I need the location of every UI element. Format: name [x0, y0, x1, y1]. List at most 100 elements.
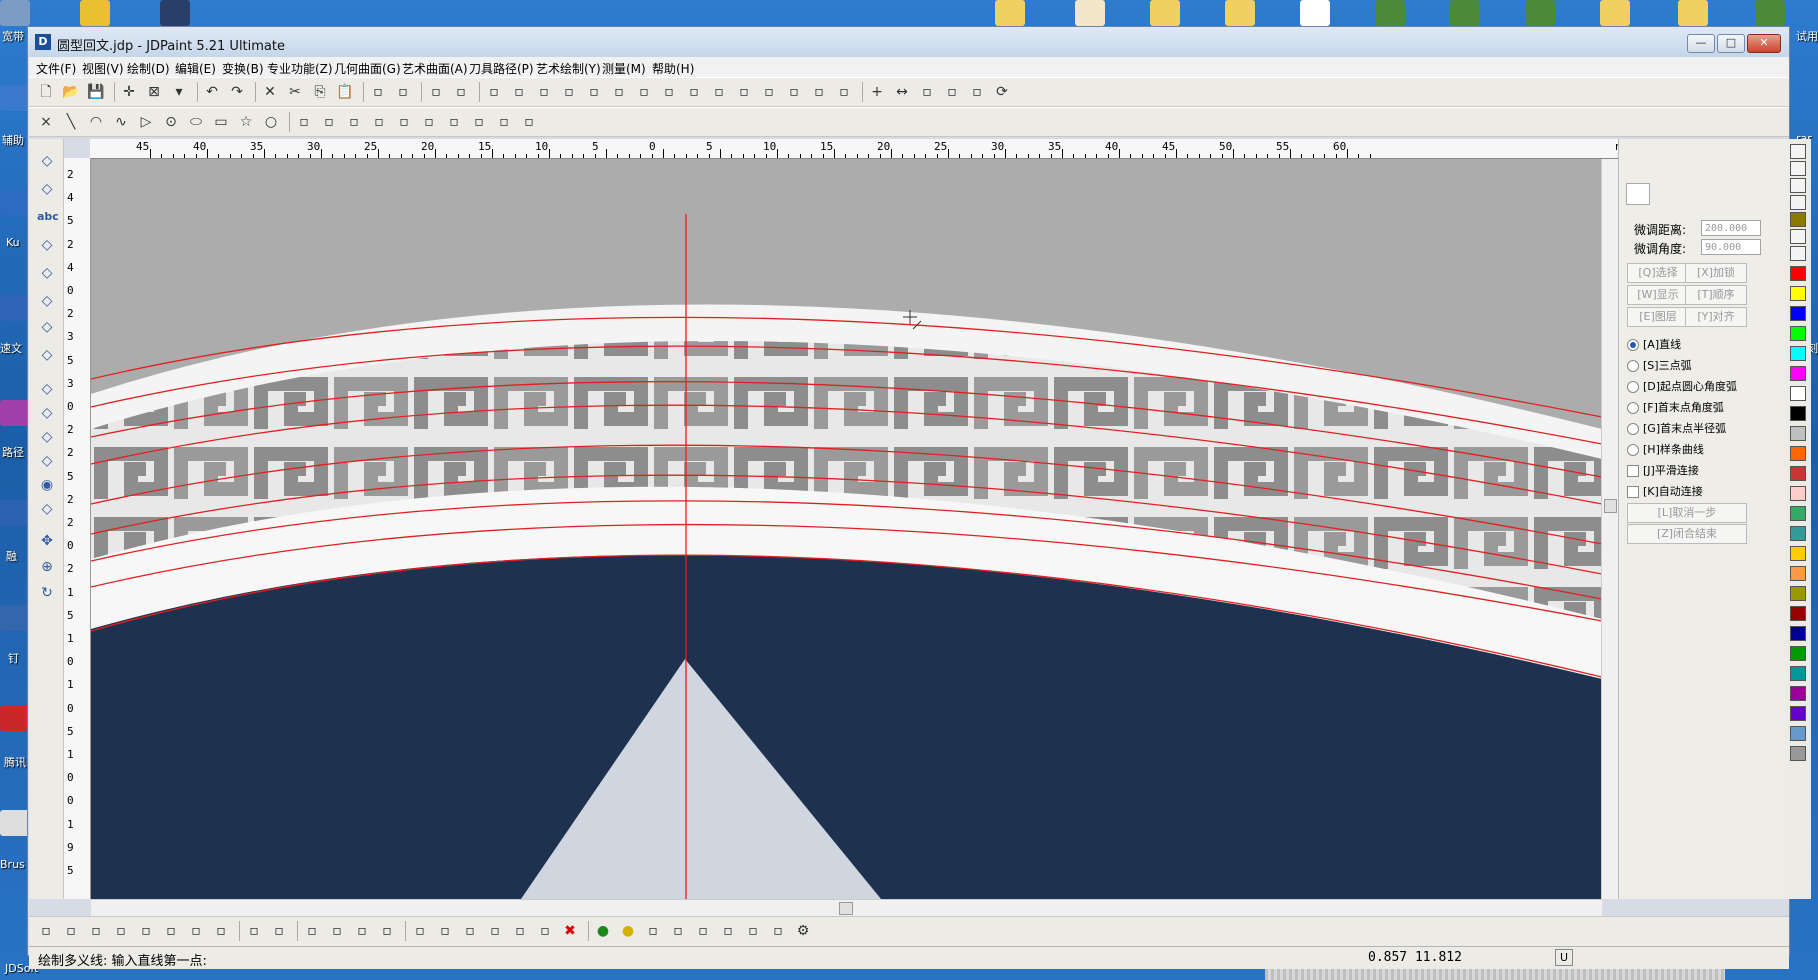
desktop-icon[interactable]: [0, 190, 30, 216]
corner-icon[interactable]: ▫: [345, 113, 363, 131]
checkbox-icon[interactable]: [1627, 486, 1639, 498]
checkbox-icon[interactable]: [1627, 465, 1639, 477]
desktop-icon[interactable]: [1525, 0, 1555, 26]
color-swatch[interactable]: [1790, 366, 1806, 381]
grid-icon[interactable]: ▫: [710, 83, 728, 101]
color-swatch[interactable]: [1790, 746, 1806, 761]
rectangle-icon[interactable]: ▭: [212, 113, 230, 131]
snap-line-icon[interactable]: ▫: [37, 922, 55, 940]
color-swatch[interactable]: [1790, 326, 1806, 341]
node-del-icon[interactable]: ▫: [536, 922, 554, 940]
color-swatch[interactable]: [1790, 526, 1806, 541]
panel-action-button[interactable]: [L]取消一步: [1627, 503, 1747, 523]
panel-button[interactable]: [T]顺序: [1685, 285, 1747, 305]
transform-icon[interactable]: ▫: [918, 83, 936, 101]
chamfer-icon[interactable]: ▫: [395, 113, 413, 131]
color-swatch[interactable]: [1790, 286, 1806, 301]
desktop-icon[interactable]: [0, 605, 30, 631]
align2-icon[interactable]: ▫: [510, 83, 528, 101]
color-swatch[interactable]: [1790, 446, 1806, 461]
color-swatch[interactable]: [1790, 626, 1806, 641]
eye-icon[interactable]: ◉: [37, 475, 57, 495]
grid4-icon[interactable]: ▫: [785, 83, 803, 101]
panel-button[interactable]: [X]加锁: [1685, 263, 1747, 283]
radio-icon[interactable]: [1627, 381, 1639, 393]
desktop-icon[interactable]: [0, 705, 30, 731]
line-icon[interactable]: ╲: [62, 113, 80, 131]
color-swatch[interactable]: [1790, 346, 1806, 361]
draw-mode-radio[interactable]: [D]起点圆心角度弧: [1627, 378, 1737, 394]
align4-icon[interactable]: ▫: [560, 83, 578, 101]
circle-icon[interactable]: ⊙: [162, 113, 180, 131]
crosshair-icon[interactable]: ✛: [120, 83, 138, 101]
extend-icon[interactable]: ▫: [320, 113, 338, 131]
ellipse-icon[interactable]: ⬭: [187, 113, 205, 131]
delete-red-icon[interactable]: ✖: [561, 922, 579, 940]
node2-icon[interactable]: ▫: [328, 922, 346, 940]
transform3-icon[interactable]: ▫: [520, 113, 538, 131]
color-swatch[interactable]: [1790, 666, 1806, 681]
list-icon[interactable]: ▫: [769, 922, 787, 940]
light-yellow-icon[interactable]: ●: [619, 922, 637, 940]
select-icon[interactable]: ⊠: [145, 83, 163, 101]
align5-icon[interactable]: ▫: [585, 83, 603, 101]
color-swatch[interactable]: [1790, 406, 1806, 421]
color-swatch[interactable]: [1790, 266, 1806, 281]
snap-perp-icon[interactable]: ▫: [187, 922, 205, 940]
menu-item[interactable]: 编辑(E): [175, 60, 216, 77]
delete-icon[interactable]: ✕: [261, 83, 279, 101]
menu-item[interactable]: 专业功能(Z): [267, 60, 333, 77]
color-swatch[interactable]: [1790, 386, 1806, 401]
color-swatch[interactable]: [1790, 546, 1806, 561]
array-icon[interactable]: ▫: [610, 83, 628, 101]
shield4-icon[interactable]: ▫: [835, 83, 853, 101]
paint-icon[interactable]: ◇: [37, 317, 57, 337]
menu-item[interactable]: 绘制(D): [127, 60, 170, 77]
desktop-icon[interactable]: [0, 500, 30, 526]
snap-auto-icon[interactable]: ▫: [270, 922, 288, 940]
transform2-icon[interactable]: ▫: [495, 113, 513, 131]
color-swatch[interactable]: [1790, 586, 1806, 601]
panel-button[interactable]: [W]显示: [1627, 285, 1689, 305]
up-icon[interactable]: [1790, 229, 1806, 244]
desktop-icon[interactable]: [1150, 0, 1180, 26]
node-add-icon[interactable]: ▫: [511, 922, 529, 940]
curve-icon[interactable]: ▫: [635, 83, 653, 101]
maximize-button[interactable]: □: [1717, 34, 1745, 53]
polyline-icon[interactable]: ▷: [137, 113, 155, 131]
node-move-icon[interactable]: ▫: [486, 922, 504, 940]
shield-icon[interactable]: ▫: [427, 83, 445, 101]
eraser-icon[interactable]: ◇: [37, 291, 57, 311]
radio-icon[interactable]: [1627, 339, 1639, 351]
arc-icon[interactable]: ◠: [87, 113, 105, 131]
color-swatch[interactable]: [1790, 426, 1806, 441]
panel-button[interactable]: [Q]选择: [1627, 263, 1689, 283]
title-bar[interactable]: D 圆型回文.jdp - JDPaint 5.21 Ultimate — □ ✕: [28, 27, 1789, 57]
draw-mode-radio[interactable]: [F]首末点角度弧: [1627, 399, 1724, 415]
shape-icon[interactable]: ◇: [37, 235, 57, 255]
pen-icon[interactable]: [1790, 144, 1806, 159]
desktop-icon[interactable]: [1375, 0, 1405, 26]
desktop-icon[interactable]: [1075, 0, 1105, 26]
fine-distance-input[interactable]: 200.000: [1701, 220, 1761, 236]
desktop-icon[interactable]: [160, 0, 190, 26]
snap-arc-icon[interactable]: ▫: [137, 922, 155, 940]
save-icon[interactable]: 💾: [87, 83, 105, 101]
zoom-select-icon[interactable]: ◇: [37, 499, 57, 519]
redo-icon[interactable]: ↷: [228, 83, 246, 101]
zoom-all-icon[interactable]: ◇: [37, 451, 57, 471]
gear-icon[interactable]: ⚙: [794, 922, 812, 940]
menu-item[interactable]: 帮助(H): [652, 60, 694, 77]
desktop-icon[interactable]: [0, 85, 30, 111]
refresh-icon[interactable]: ↻: [37, 583, 57, 603]
circle2-icon[interactable]: ○: [262, 113, 280, 131]
page-icon[interactable]: ▫: [744, 922, 762, 940]
panel-tab[interactable]: [1626, 183, 1650, 205]
measure-icon[interactable]: ◇: [37, 345, 57, 365]
color-swatch[interactable]: [1790, 606, 1806, 621]
vertical-scroll-thumb[interactable]: [1604, 499, 1617, 513]
menu-item[interactable]: 艺术绘制(Y): [536, 60, 601, 77]
snap-mid-icon[interactable]: ▫: [62, 922, 80, 940]
select-x2-icon[interactable]: ▫: [461, 922, 479, 940]
desktop-icon[interactable]: [1755, 0, 1785, 26]
